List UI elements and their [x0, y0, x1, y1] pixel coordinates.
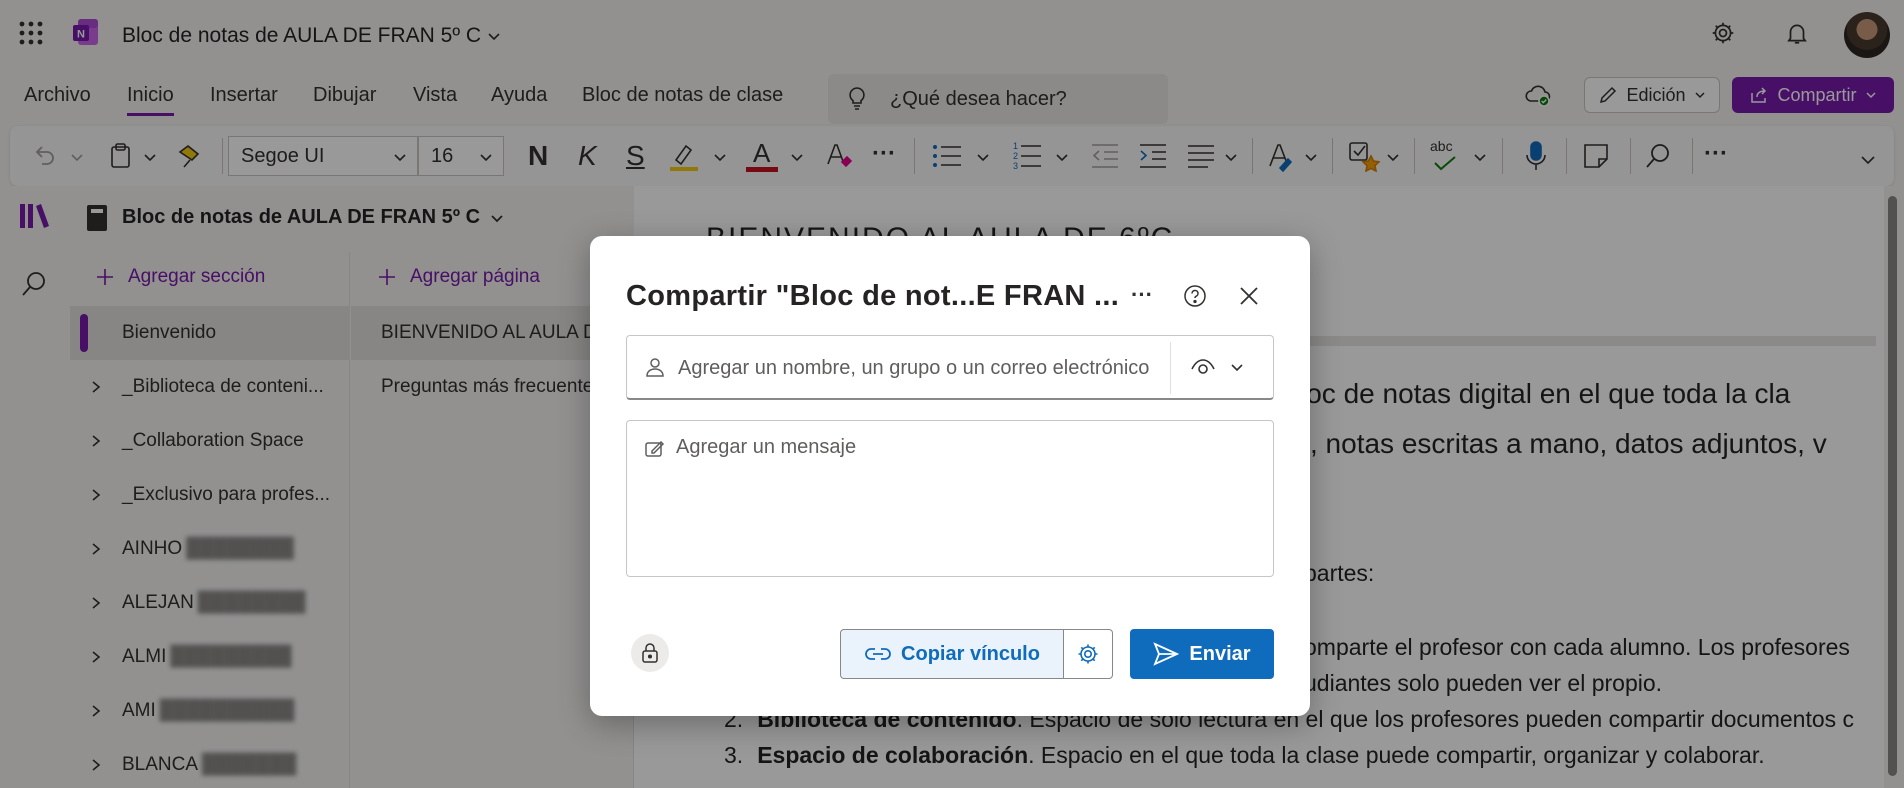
permission-selector[interactable]: [1190, 356, 1244, 378]
send-button[interactable]: Enviar: [1130, 629, 1274, 679]
help-icon[interactable]: [1183, 284, 1207, 308]
copy-link-label: Copiar vínculo: [901, 642, 1040, 665]
link-settings-lock-button[interactable]: [631, 634, 669, 672]
gear-icon: [1078, 644, 1098, 664]
lock-icon: [642, 643, 658, 663]
send-label: Enviar: [1189, 642, 1251, 665]
close-icon[interactable]: [1238, 285, 1260, 307]
link-settings-button[interactable]: [1063, 629, 1113, 679]
person-icon: [644, 356, 666, 378]
eye-icon: [1191, 359, 1215, 374]
recipients-input[interactable]: [678, 350, 1162, 386]
link-icon: [865, 648, 891, 660]
permission-separator: [1170, 342, 1171, 394]
dialog-more-options-icon[interactable]: ···: [1131, 282, 1153, 308]
message-input[interactable]: [676, 436, 1256, 560]
copy-link-button[interactable]: Copiar vínculo: [840, 629, 1064, 679]
share-dialog-title: Compartir "Bloc de not...E FRAN ...: [626, 280, 1120, 312]
message-edit-icon: [644, 438, 666, 460]
send-paper-plane-icon: [1153, 642, 1180, 666]
chevron-down-icon: [1231, 364, 1243, 372]
